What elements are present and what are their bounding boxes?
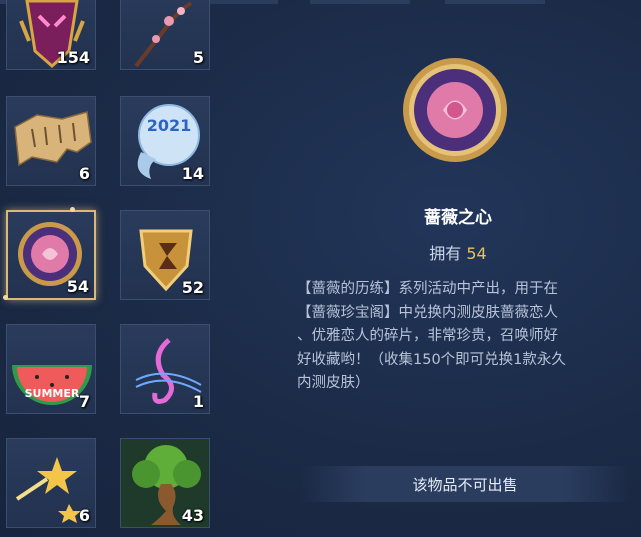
owned-label: 拥有 <box>429 244 462 263</box>
inventory-item[interactable]: 2021 14 <box>120 96 210 186</box>
description-line: 【蔷薇的历练】系列活动中产出，用于在 <box>297 281 558 297</box>
selection-corner <box>70 207 75 212</box>
inventory-item[interactable]: 6 <box>6 438 96 528</box>
background <box>0 0 641 537</box>
description-line: 好收藏哟！（收集150个即可兑换1款永久 <box>297 351 566 368</box>
top-edge <box>310 0 410 4</box>
svg-text:SUMMER: SUMMER <box>25 387 80 400</box>
owned-number: 54 <box>466 244 487 263</box>
item-description: 【蔷薇的历练】系列活动中产出，用于在 【蔷薇珍宝阁】中兑换内测皮肤蔷薇恋人 、优… <box>297 278 617 396</box>
description-line: 、优雅恋人的碎片，非常珍贵，召唤师好 <box>297 328 558 344</box>
item-name: 蔷薇之心 <box>424 208 492 228</box>
inventory-item-selected[interactable]: 54 <box>6 210 96 300</box>
description-line: 内测皮肤） <box>297 375 370 391</box>
owned-count: 拥有 54 <box>338 240 578 264</box>
description-line: 【蔷薇珍宝阁】中兑换内测皮肤蔷薇恋人 <box>297 304 558 321</box>
inventory-item[interactable]: 52 <box>120 210 210 300</box>
sell-status-text: 该物品不可出售 <box>412 476 518 494</box>
inventory-item[interactable]: 1 <box>120 324 210 414</box>
inventory-item[interactable]: 5 <box>120 0 210 70</box>
inventory-item[interactable]: SUMMER 7 <box>6 324 96 414</box>
top-edge <box>445 0 545 4</box>
svg-text:2021: 2021 <box>147 116 192 135</box>
inventory-item[interactable]: 43 <box>120 438 210 528</box>
rose-heart-medallion-icon <box>400 55 510 169</box>
selection-corner <box>3 295 8 300</box>
inventory-item[interactable]: 6 <box>6 96 96 186</box>
inventory-item[interactable]: 154 <box>6 0 96 70</box>
